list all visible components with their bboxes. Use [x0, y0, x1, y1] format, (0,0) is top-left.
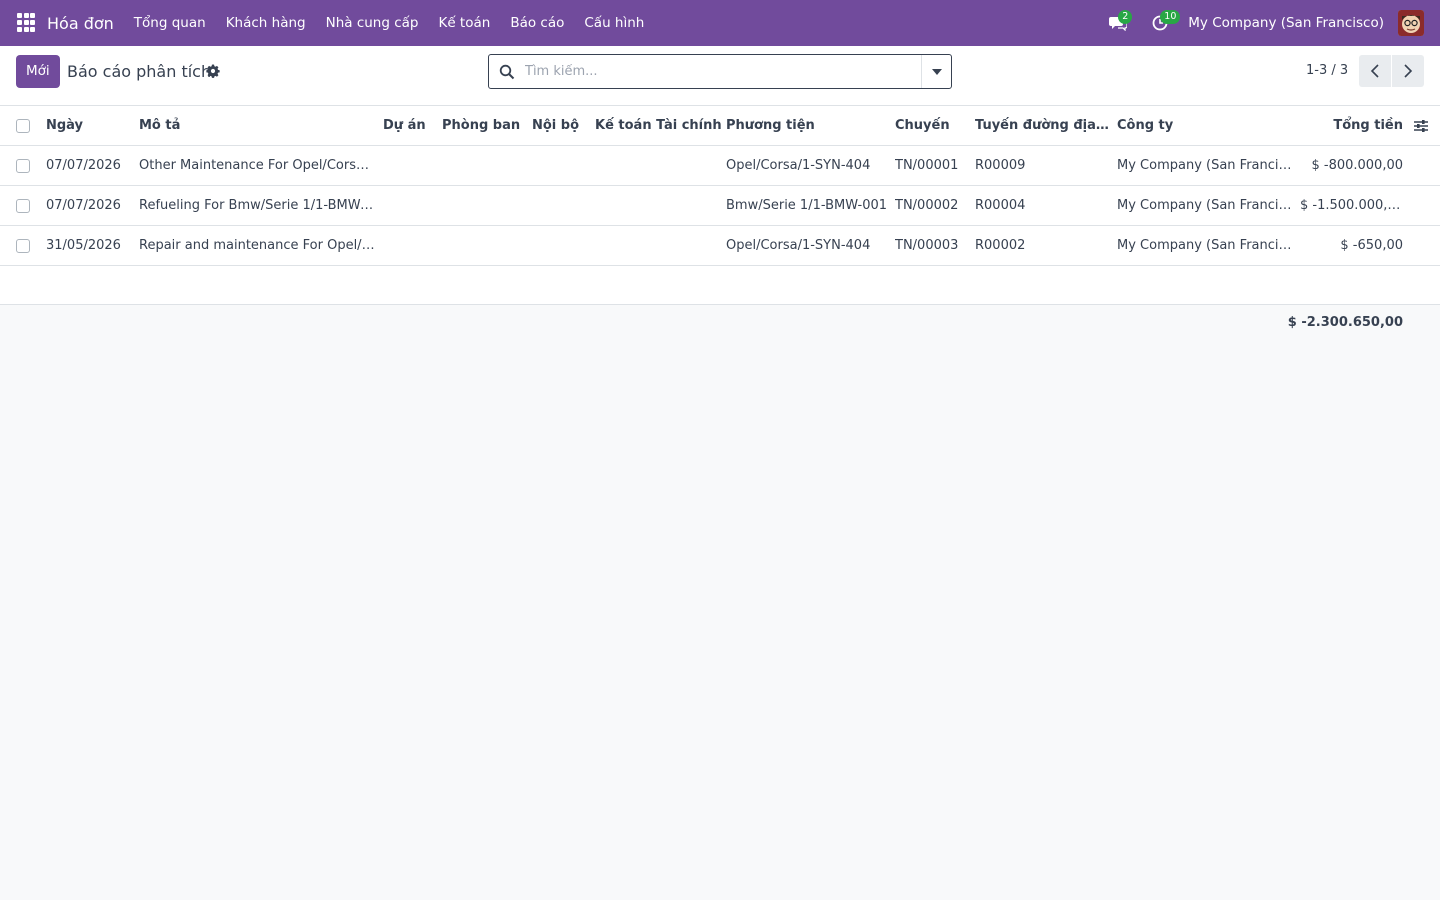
chevron-left-icon — [1370, 64, 1379, 78]
table-footer-total: $ -2.300.650,00 — [0, 304, 1440, 340]
cell-description: Repair and maintenance For Opel/Corsa/1-… — [139, 238, 375, 253]
menu-item-customers[interactable]: Khách hàng — [216, 15, 316, 31]
column-header-company[interactable]: Công ty — [1117, 106, 1297, 146]
search-icon — [499, 64, 515, 79]
list-view: Ngày Mô tả Dự án Phòng ban Nội bộ Kế toá… — [0, 106, 1440, 340]
table-row[interactable]: 31/05/2026 Repair and maintenance For Op… — [0, 226, 1440, 266]
app-name[interactable]: Hóa đơn — [47, 14, 114, 33]
cell-vehicle: Opel/Corsa/1-SYN-404 — [726, 238, 871, 253]
select-all-checkbox[interactable] — [16, 119, 30, 133]
search-bar — [488, 54, 952, 89]
activities-button[interactable]: 10 — [1146, 0, 1181, 46]
cell-route: R00002 — [975, 238, 1026, 253]
cell-trip: TN/00002 — [895, 198, 959, 213]
menu-item-overview[interactable]: Tổng quan — [124, 15, 216, 31]
cell-company: My Company (San Francisco) — [1117, 198, 1297, 213]
row-checkbox[interactable] — [16, 239, 30, 253]
cell-date: 07/07/2026 — [46, 158, 121, 173]
cell-description: Refueling For Bmw/Serie 1/1-BMW-001 — [139, 198, 375, 213]
row-checkbox[interactable] — [16, 199, 30, 213]
row-checkbox[interactable] — [16, 159, 30, 173]
app-menu-icon[interactable] — [17, 13, 37, 33]
column-header-trip[interactable]: Chuyến — [895, 106, 970, 146]
table-row[interactable]: 07/07/2026 Refueling For Bmw/Serie 1/1-B… — [0, 186, 1440, 226]
activities-badge: 10 — [1160, 10, 1181, 24]
table-header: Ngày Mô tả Dự án Phòng ban Nội bộ Kế toá… — [0, 106, 1440, 146]
menu-item-configuration[interactable]: Cấu hình — [574, 15, 654, 31]
gear-icon[interactable] — [206, 64, 220, 78]
menu-item-reporting[interactable]: Báo cáo — [500, 15, 574, 31]
search-input[interactable] — [525, 64, 915, 79]
cell-route: R00004 — [975, 198, 1026, 213]
column-header-department[interactable]: Phòng ban — [442, 106, 528, 146]
caret-down-icon — [931, 68, 942, 75]
column-header-internal[interactable]: Nội bộ — [532, 106, 592, 146]
cell-route: R00009 — [975, 158, 1026, 173]
top-navbar: Hóa đơn Tổng quan Khách hàng Nhà cung cấ… — [0, 0, 1440, 46]
main-menu: Tổng quan Khách hàng Nhà cung cấp Kế toá… — [124, 15, 655, 31]
cell-company: My Company (San Francisco) — [1117, 158, 1297, 173]
pager-previous-button[interactable] — [1359, 55, 1391, 87]
column-header-route[interactable]: Tuyến đường địa lý — [975, 106, 1113, 146]
column-header-financial-accounting[interactable]: Kế toán Tài chính — [595, 106, 722, 146]
new-button[interactable]: Mới — [16, 55, 60, 88]
pager-next-button[interactable] — [1392, 55, 1424, 87]
optional-columns-icon[interactable] — [1413, 118, 1429, 134]
menu-item-vendors[interactable]: Nhà cung cấp — [316, 15, 429, 31]
pager-value[interactable]: 1-3 / 3 — [1306, 63, 1348, 78]
messages-button[interactable]: 2 — [1104, 0, 1133, 46]
cell-company: My Company (San Francisco) — [1117, 238, 1297, 253]
cell-vehicle: Bmw/Serie 1/1-BMW-001 — [726, 198, 888, 213]
grand-total: $ -2.300.650,00 — [1287, 315, 1403, 330]
column-header-description[interactable]: Mô tả — [139, 106, 375, 146]
cell-total: $ -1.500.000,00 — [1300, 198, 1403, 213]
cell-date: 31/05/2026 — [46, 238, 121, 253]
page-title: Báo cáo phân tích — [67, 62, 212, 81]
column-header-date[interactable]: Ngày — [46, 106, 134, 146]
cell-trip: TN/00001 — [895, 158, 959, 173]
messages-badge: 2 — [1118, 10, 1133, 24]
company-switcher[interactable]: My Company (San Francisco) — [1188, 15, 1384, 31]
menu-item-accounting[interactable]: Kế toán — [428, 15, 500, 31]
user-avatar[interactable] — [1398, 10, 1424, 36]
cell-vehicle: Opel/Corsa/1-SYN-404 — [726, 158, 871, 173]
column-header-vehicle[interactable]: Phương tiện — [726, 106, 890, 146]
column-header-project[interactable]: Dự án — [383, 106, 438, 146]
avatar-face-icon — [1398, 10, 1424, 36]
cell-trip: TN/00003 — [895, 238, 959, 253]
cell-total: $ -650,00 — [1340, 238, 1403, 253]
navbar-right: 2 10 My Company (San Francisco) — [1104, 0, 1440, 46]
cell-description: Other Maintenance For Opel/Corsa/1-SYN-4… — [139, 158, 375, 173]
table-row[interactable]: 07/07/2026 Other Maintenance For Opel/Co… — [0, 146, 1440, 186]
chevron-right-icon — [1404, 64, 1413, 78]
cell-total: $ -800.000,00 — [1311, 158, 1403, 173]
column-header-total[interactable]: Tổng tiền — [1300, 106, 1403, 146]
search-options-toggle[interactable] — [921, 55, 951, 88]
cell-date: 07/07/2026 — [46, 198, 121, 213]
control-panel: Mới Báo cáo phân tích 1-3 / 3 — [0, 46, 1440, 106]
